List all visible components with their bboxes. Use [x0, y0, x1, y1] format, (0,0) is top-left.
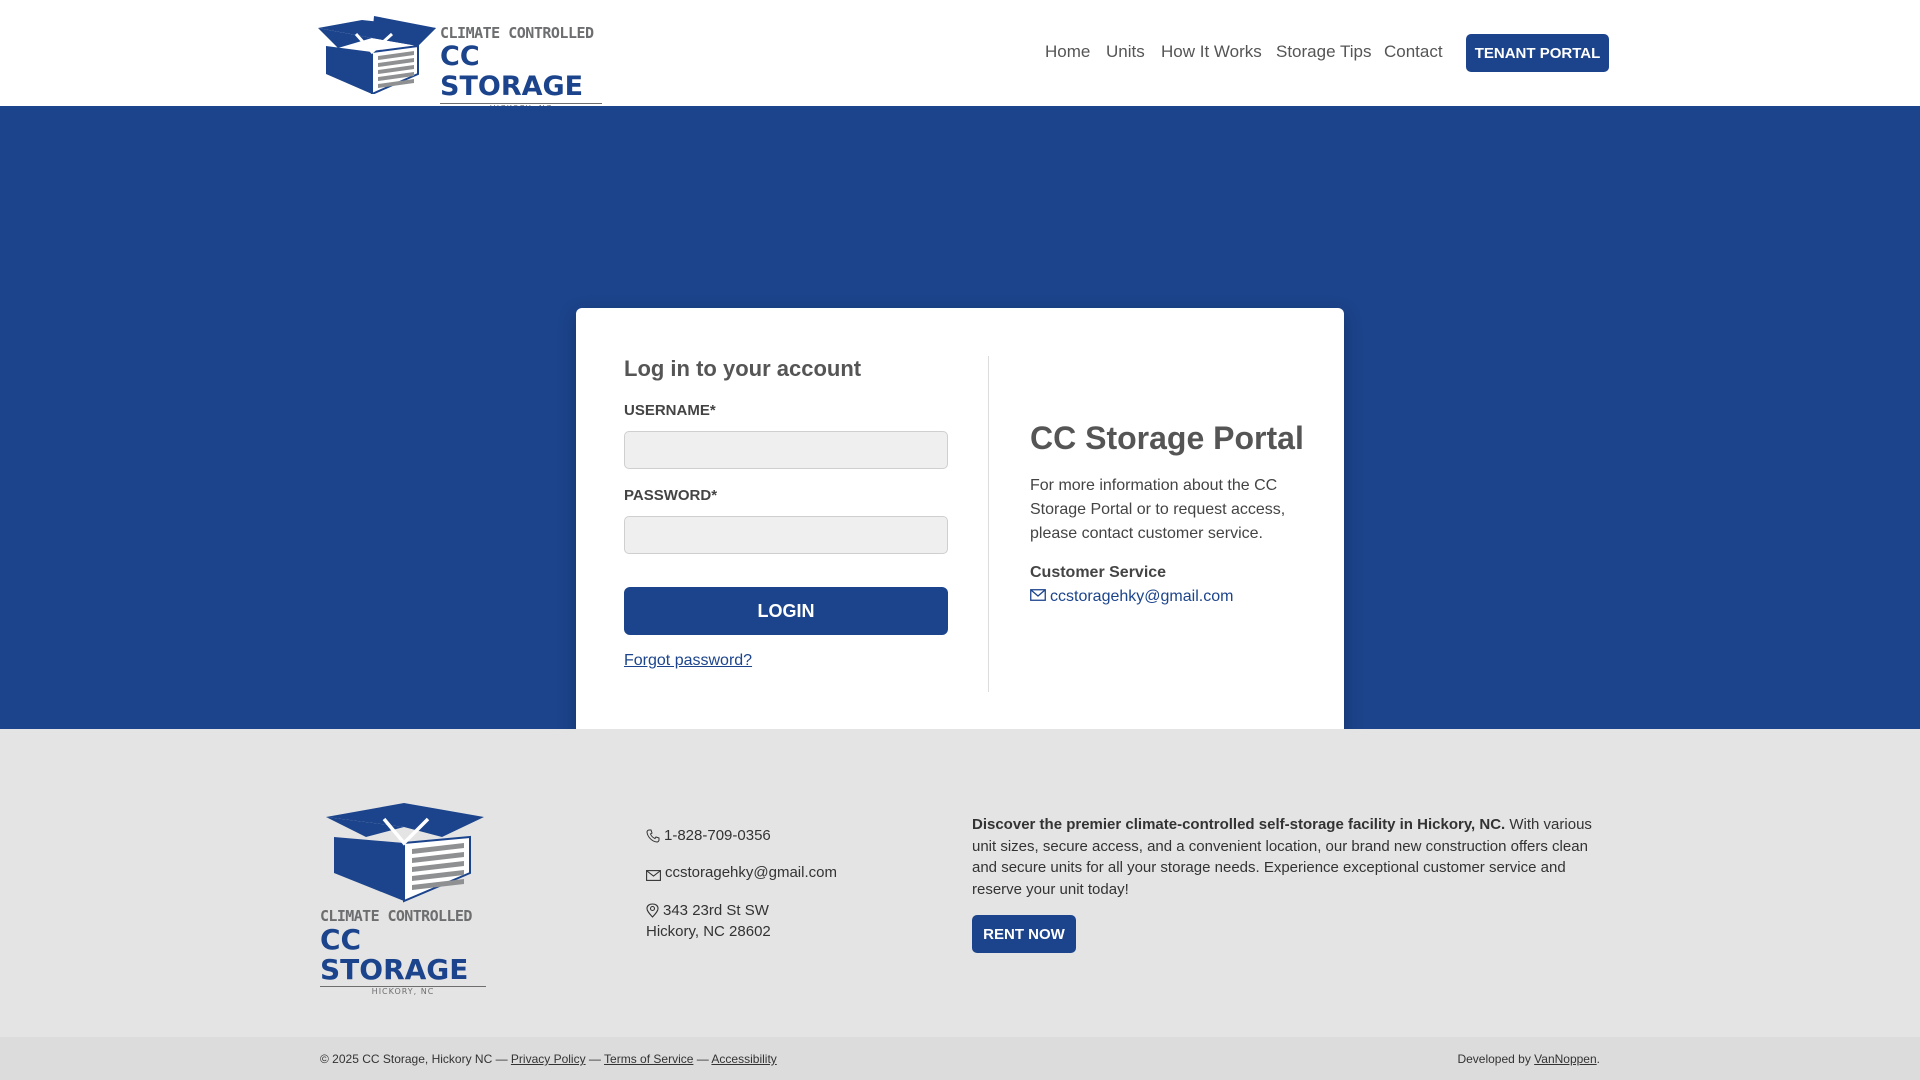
footer-address-line2-wrap: Hickory, NC 28602: [646, 921, 771, 942]
footer-about-bold: Discover the premier climate-controlled …: [972, 816, 1506, 833]
bottom-bar: © 2025 CC Storage, Hickory NC — Privacy …: [0, 1037, 1920, 1080]
nav-contact[interactable]: Contact: [1384, 42, 1443, 62]
copyright: © 2025 CC Storage, Hickory NC — Privacy …: [320, 1052, 777, 1066]
hero-section: Log in to your account USERNAME* PASSWOR…: [0, 106, 1920, 739]
phone-icon: [646, 828, 660, 849]
customer-service-email[interactable]: ccstoragehky@gmail.com: [1030, 588, 1233, 606]
nav-storage-tips[interactable]: Storage Tips: [1276, 42, 1371, 62]
portal-description: For more information about the CC Storag…: [1030, 477, 1286, 542]
copyright-text: © 2025 CC Storage, Hickory NC —: [320, 1052, 511, 1066]
footer-phone[interactable]: 1-828-709-0356: [646, 825, 771, 849]
site-footer: CLIMATE CONTROLLED CC STORAGE HICKORY, N…: [0, 729, 1920, 1037]
developer-link[interactable]: VanNoppen: [1534, 1052, 1597, 1066]
password-input[interactable]: [624, 516, 948, 554]
tenant-portal-button[interactable]: TENANT PORTAL: [1466, 34, 1609, 72]
footer-email-text[interactable]: ccstoragehky@gmail.com: [665, 862, 837, 883]
storage-box-icon: [326, 803, 484, 903]
envelope-icon: [646, 866, 661, 887]
username-input[interactable]: [624, 431, 948, 469]
separator: —: [585, 1052, 605, 1066]
period: .: [1596, 1052, 1600, 1066]
nav-units[interactable]: Units: [1106, 42, 1145, 62]
password-label: PASSWORD*: [624, 487, 718, 504]
nav-how-it-works[interactable]: How It Works: [1161, 42, 1262, 62]
login-card: Log in to your account USERNAME* PASSWOR…: [576, 308, 1344, 739]
privacy-policy-link[interactable]: Privacy Policy: [511, 1052, 586, 1066]
accessibility-link[interactable]: Accessibility: [711, 1052, 776, 1066]
envelope-icon: [1030, 588, 1046, 606]
footer-logo-line2: CC STORAGE: [320, 923, 469, 986]
footer-about: Discover the premier climate-controlled …: [972, 814, 1602, 900]
forgot-password-link[interactable]: Forgot password?: [624, 652, 752, 670]
card-divider: [988, 356, 989, 692]
customer-service-title: Customer Service: [1030, 564, 1167, 581]
login-title: Log in to your account: [624, 356, 862, 381]
terms-of-service-link[interactable]: Terms of Service: [604, 1052, 693, 1066]
footer-logo[interactable]: CLIMATE CONTROLLED CC STORAGE HICKORY, N…: [320, 797, 490, 996]
footer-phone-text[interactable]: 1-828-709-0356: [664, 825, 771, 846]
developed-by-text: Developed by: [1457, 1052, 1535, 1066]
login-button[interactable]: LOGIN: [624, 587, 948, 635]
footer-email[interactable]: ccstoragehky@gmail.com: [646, 862, 837, 887]
footer-logo-text: CLIMATE CONTROLLED CC STORAGE HICKORY, N…: [320, 907, 490, 996]
logo-text: CLIMATE CONTROLLED CC STORAGE HICKORY, N…: [440, 25, 602, 114]
logo-line2: CC STORAGE: [440, 41, 584, 102]
header-logo[interactable]: CLIMATE CONTROLLED CC STORAGE HICKORY, N…: [312, 12, 602, 113]
storage-box-icon: [318, 16, 436, 94]
customer-service-email-text[interactable]: ccstoragehky@gmail.com: [1050, 588, 1233, 606]
nav-home[interactable]: Home: [1045, 42, 1090, 62]
rent-now-button[interactable]: RENT NOW: [972, 915, 1076, 953]
portal-title: CC Storage Portal: [1030, 420, 1304, 456]
developed-by: Developed by VanNoppen.: [1457, 1052, 1600, 1066]
footer-address-line2: Hickory, NC 28602: [646, 923, 771, 940]
footer-address-line1: 343 23rd St SW: [663, 902, 769, 919]
footer-logo-line3: HICKORY, NC: [320, 986, 486, 996]
logo-line1: CLIMATE CONTROLLED: [440, 24, 594, 42]
site-header: CLIMATE CONTROLLED CC STORAGE HICKORY, N…: [0, 0, 1920, 113]
separator: —: [693, 1052, 712, 1066]
username-label: USERNAME*: [624, 402, 716, 419]
